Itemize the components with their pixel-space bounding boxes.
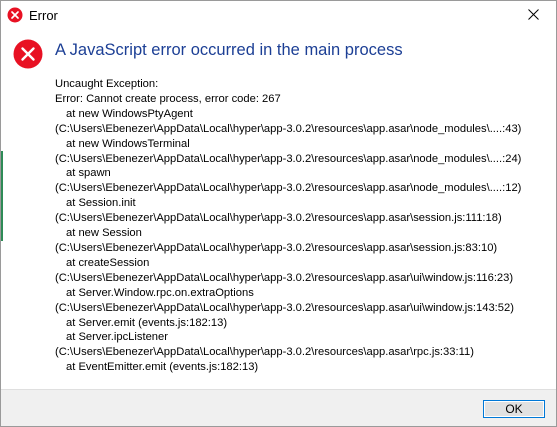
error-message-line: at new Session [66, 227, 142, 240]
error-message-line: at Server.Window.rpc.on.extraOptions [66, 286, 254, 299]
dialog-content: A JavaScript error occurred in the main … [1, 31, 556, 389]
error-icon [13, 39, 43, 69]
ok-button[interactable]: OK [483, 400, 545, 418]
title-bar[interactable]: Error [1, 1, 556, 31]
window-title: Error [29, 8, 58, 23]
error-message-line: at Server.emit (events.js:182:13) [66, 316, 228, 329]
error-icon [7, 7, 23, 23]
error-message-line: at new WindowsTerminal [66, 137, 190, 150]
error-message-line: at Server.ipcListener [66, 331, 168, 344]
error-message-line: (C:\Users\Ebenezer\AppData\Local\hyper\a… [55, 241, 498, 254]
error-message-line: (C:\Users\Ebenezer\AppData\Local\hyper\a… [55, 271, 514, 284]
error-message: Uncaught Exception: Error: Cannot create … [55, 77, 550, 375]
error-message-line: at Session.init [66, 197, 136, 210]
error-message-line: (C:\Users\Ebenezer\AppData\Local\hyper\a… [55, 122, 522, 135]
error-message-line: (C:\Users\Ebenezer\AppData\Local\hyper\a… [55, 212, 502, 225]
close-icon [527, 7, 539, 25]
error-message-line: at new WindowsPtyAgent [66, 107, 193, 120]
button-bar: OK [1, 389, 556, 426]
error-message-line: at EventEmitter.emit (events.js:182:13) [66, 361, 259, 374]
error-message-line: (C:\Users\Ebenezer\AppData\Local\hyper\a… [55, 346, 474, 359]
error-message-line: (C:\Users\Ebenezer\AppData\Local\hyper\a… [55, 152, 522, 165]
error-message-line: at spawn [66, 167, 111, 180]
error-message-line: (C:\Users\Ebenezer\AppData\Local\hyper\a… [55, 182, 522, 195]
main-instruction: A JavaScript error occurred in the main … [55, 41, 403, 59]
error-message-line: Uncaught Exception: [55, 78, 159, 90]
error-message-line: (C:\Users\Ebenezer\AppData\Local\hyper\a… [55, 301, 514, 314]
error-dialog-window: Error A JavaScript error occurred in the… [0, 0, 557, 427]
error-message-line: Error: Cannot create process, error code… [55, 92, 281, 105]
close-button[interactable] [510, 1, 556, 31]
error-message-line: at createSession [66, 256, 150, 269]
